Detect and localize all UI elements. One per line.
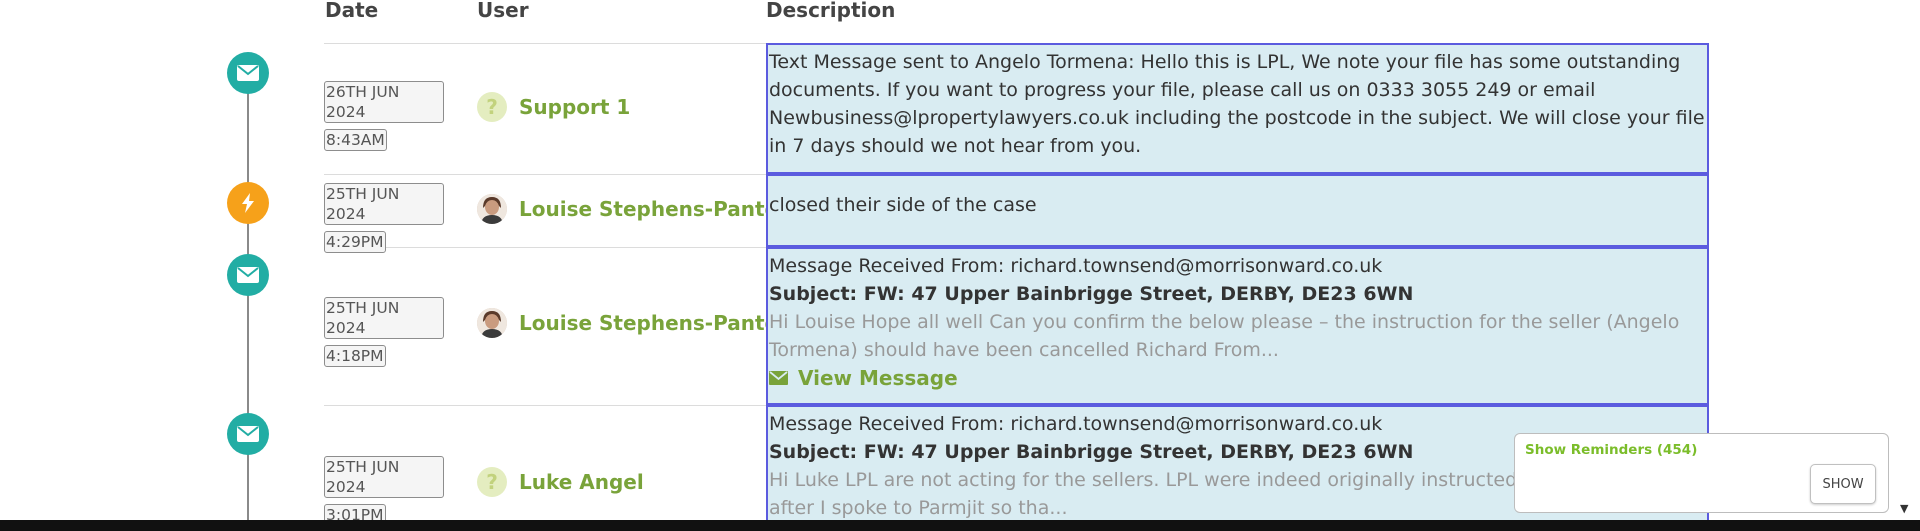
date-time: 8:43AM xyxy=(324,129,387,151)
reminders-panel: Show Reminders (454) SHOW xyxy=(1514,433,1889,513)
header-date: Date xyxy=(325,0,379,22)
row-date: 25TH JUN 2024 3:01PM xyxy=(324,455,444,529)
row-user[interactable]: ? Luke Angel xyxy=(477,467,644,497)
user-name[interactable]: Louise Stephens-Pantoja xyxy=(519,311,799,335)
envelope-icon xyxy=(227,413,269,455)
show-reminders-button[interactable]: SHOW xyxy=(1810,464,1876,504)
view-message-link[interactable]: View Message xyxy=(769,364,1706,392)
user-name[interactable]: Support 1 xyxy=(519,95,630,119)
description-cell: Message Received From: richard.townsend@… xyxy=(766,247,1709,405)
question-avatar-icon: ? xyxy=(477,467,507,497)
show-reminders-label[interactable]: Show Reminders (454) xyxy=(1525,442,1697,458)
timeline-line xyxy=(247,92,249,522)
date-time: 4:29PM xyxy=(324,231,386,253)
message-subject: Subject: FW: 47 Upper Bainbrigge Street,… xyxy=(769,283,1414,305)
row-date: 25TH JUN 2024 4:18PM xyxy=(324,296,444,370)
bolt-icon xyxy=(227,182,269,224)
row-user[interactable]: ? Support 1 xyxy=(477,92,630,122)
row-date: 25TH JUN 2024 4:29PM xyxy=(324,182,444,256)
message-received-from: Message Received From: richard.townsend@… xyxy=(769,255,1383,277)
date-time: 4:18PM xyxy=(324,345,386,367)
envelope-icon xyxy=(769,371,788,385)
question-avatar-icon: ? xyxy=(477,92,507,122)
row-user[interactable]: Louise Stephens-Pantoja xyxy=(477,194,799,224)
date-day: 25TH JUN 2024 xyxy=(324,297,444,339)
envelope-icon xyxy=(227,52,269,94)
date-day: 26TH JUN 2024 xyxy=(324,81,444,123)
description-text: Text Message sent to Angelo Tormena: Hel… xyxy=(769,51,1705,157)
description-cell: closed their side of the case xyxy=(766,174,1709,247)
user-name[interactable]: Luke Angel xyxy=(519,470,644,494)
envelope-icon xyxy=(227,254,269,296)
view-message-label[interactable]: View Message xyxy=(798,364,958,392)
row-user[interactable]: Louise Stephens-Pantoja xyxy=(477,308,799,338)
date-day: 25TH JUN 2024 xyxy=(324,456,444,498)
header-user: User xyxy=(477,0,529,22)
user-name[interactable]: Louise Stephens-Pantoja xyxy=(519,197,799,221)
description-text: closed their side of the case xyxy=(769,194,1037,216)
user-photo-avatar xyxy=(477,194,507,224)
date-day: 25TH JUN 2024 xyxy=(324,183,444,225)
scroll-down-icon[interactable]: ▼ xyxy=(1900,502,1908,515)
row-date: 26TH JUN 2024 8:43AM xyxy=(324,80,444,154)
user-photo-avatar xyxy=(477,308,507,338)
header-description: Description xyxy=(766,0,896,22)
message-preview: Hi Louise Hope all well Can you confirm … xyxy=(769,311,1680,361)
description-cell: Text Message sent to Angelo Tormena: Hel… xyxy=(766,43,1709,174)
bottom-bar xyxy=(0,520,1920,531)
